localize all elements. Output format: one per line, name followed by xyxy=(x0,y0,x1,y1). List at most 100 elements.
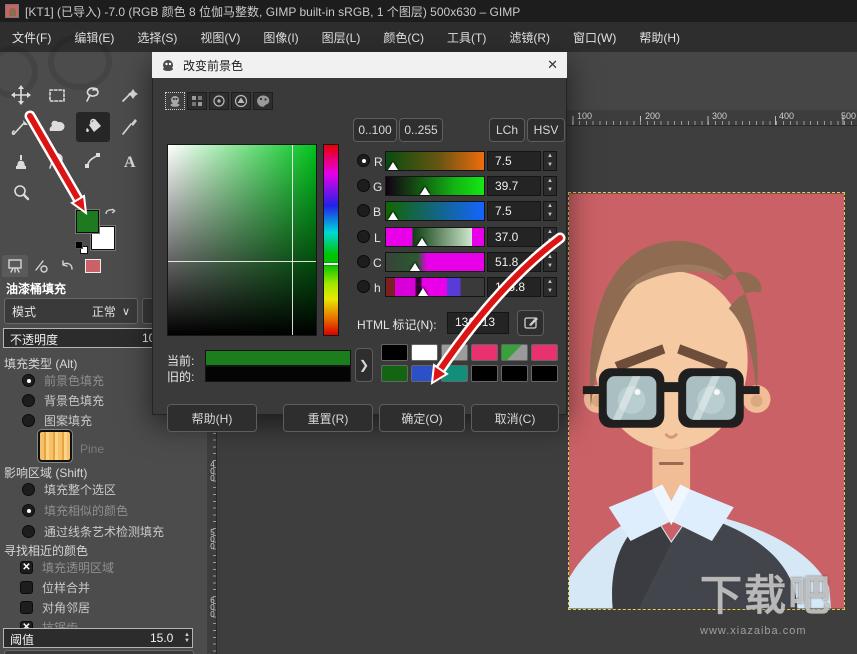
channel-r-radio[interactable] xyxy=(357,154,370,167)
fill-similar-colors-radio[interactable]: 填充相似的颜色 xyxy=(22,502,128,519)
color-picker-button[interactable] xyxy=(517,310,544,336)
slider-marker[interactable] xyxy=(417,238,427,246)
dialog-title-bar[interactable]: 改变前景色 ✕ xyxy=(152,52,567,78)
saturation-value-square[interactable] xyxy=(167,144,317,336)
zoom-tool[interactable] xyxy=(4,178,38,208)
foreground-color-swatch[interactable] xyxy=(76,210,99,233)
image-layer[interactable] xyxy=(568,192,845,610)
channel-l-slider[interactable] xyxy=(385,227,485,247)
menu-filters[interactable]: 滤镜(R) xyxy=(509,29,550,46)
menu-windows[interactable]: 窗口(W) xyxy=(573,29,616,46)
smudge-tool[interactable] xyxy=(40,146,74,176)
fill-type-foreground-radio[interactable]: 前景色填充 xyxy=(22,372,104,389)
html-notation-input[interactable]: 136513 xyxy=(447,312,509,334)
fill-using-dropdown[interactable]: 填充使用 合成 xyxy=(4,650,194,654)
diagonal-neighbors-checkbox[interactable]: 对角邻居 xyxy=(20,599,90,616)
watercolor-selector-tab[interactable] xyxy=(209,92,229,110)
channel-g-slider[interactable] xyxy=(385,176,485,196)
channel-b-value[interactable]: 7.5 xyxy=(487,201,541,221)
cancel-button[interactable]: 取消(C) xyxy=(471,404,559,432)
swap-colors-icon[interactable] xyxy=(103,205,119,219)
rectangle-select-tool[interactable] xyxy=(40,80,74,110)
channel-g-radio[interactable] xyxy=(357,179,370,192)
history-swatch[interactable] xyxy=(381,344,408,361)
fill-by-line-art-radio[interactable]: 通过线条艺术检测填充 xyxy=(22,523,164,540)
fuzzy-select-tool[interactable] xyxy=(112,80,146,110)
history-swatch[interactable] xyxy=(441,344,468,361)
add-to-history-button[interactable]: ❯ xyxy=(355,348,373,382)
channel-c-radio[interactable] xyxy=(357,255,370,268)
default-colors-icon[interactable] xyxy=(75,241,83,249)
history-swatch[interactable] xyxy=(471,365,498,382)
fill-transparent-checkbox[interactable]: ✕填充透明区域 xyxy=(20,559,114,576)
spinner-arrows-icon[interactable]: ▲▼ xyxy=(184,632,190,644)
history-swatch[interactable] xyxy=(411,344,438,361)
reset-button[interactable]: 重置(R) xyxy=(283,404,373,432)
channel-h-spinner[interactable]: ▲▼ xyxy=(543,277,557,297)
lch-button[interactable]: LCh xyxy=(489,118,525,142)
fill-type-background-radio[interactable]: 背景色填充 xyxy=(22,392,104,409)
undo-history-tab[interactable] xyxy=(54,255,80,277)
move-tool[interactable] xyxy=(4,80,38,110)
bucket-fill-tool[interactable] xyxy=(76,112,110,142)
history-swatch[interactable] xyxy=(531,365,558,382)
channel-c-value[interactable]: 51.8 xyxy=(487,252,541,272)
paths-tool[interactable] xyxy=(76,146,110,176)
ok-button[interactable]: 确定(O) xyxy=(379,404,465,432)
gimp-selector-tab[interactable] xyxy=(165,92,185,110)
threshold-slider[interactable]: 阈值 15.0 ▲▼ xyxy=(3,628,193,648)
hsv-button[interactable]: HSV xyxy=(527,118,565,142)
crop-tool[interactable] xyxy=(4,112,38,142)
menu-colors[interactable]: 颜色(C) xyxy=(383,29,424,46)
channel-l-radio[interactable] xyxy=(357,230,370,243)
warp-transform-tool[interactable] xyxy=(40,112,74,142)
slider-marker[interactable] xyxy=(388,212,398,220)
range-0-255-button[interactable]: 0..255 xyxy=(399,118,443,142)
menu-tools[interactable]: 工具(T) xyxy=(447,29,486,46)
history-swatch[interactable] xyxy=(471,344,498,361)
slider-marker[interactable] xyxy=(388,162,398,170)
pattern-preview[interactable] xyxy=(38,430,72,462)
image-thumbnail-tab[interactable] xyxy=(80,255,106,277)
slider-marker[interactable] xyxy=(420,187,430,195)
menu-view[interactable]: 视图(V) xyxy=(200,29,240,46)
menu-layer[interactable]: 图层(L) xyxy=(322,29,361,46)
mode-dropdown[interactable]: 模式 正常 ∨ xyxy=(4,298,138,324)
text-tool[interactable]: A xyxy=(112,146,146,176)
history-swatch[interactable] xyxy=(411,365,438,382)
channel-b-slider[interactable] xyxy=(385,201,485,221)
history-swatch[interactable] xyxy=(501,365,528,382)
menu-image[interactable]: 图像(I) xyxy=(263,29,298,46)
history-swatch[interactable] xyxy=(501,344,528,361)
channel-r-spinner[interactable]: ▲▼ xyxy=(543,151,557,171)
channel-l-value[interactable]: 37.0 xyxy=(487,227,541,247)
fill-whole-selection-radio[interactable]: 填充整个选区 xyxy=(22,481,116,498)
color-wheel-selector-tab[interactable] xyxy=(231,92,251,110)
hue-strip[interactable] xyxy=(323,144,339,336)
channel-h-slider[interactable] xyxy=(385,277,485,297)
channel-r-slider[interactable] xyxy=(385,151,485,171)
close-icon[interactable]: ✕ xyxy=(547,57,558,73)
channel-l-spinner[interactable]: ▲▼ xyxy=(543,227,557,247)
history-swatch[interactable] xyxy=(531,344,558,361)
free-select-tool[interactable] xyxy=(76,80,110,110)
channel-c-slider[interactable] xyxy=(385,252,485,272)
channel-h-value[interactable]: 135.8 xyxy=(487,277,541,297)
paintbrush-tool[interactable] xyxy=(112,112,146,142)
history-swatch[interactable] xyxy=(381,365,408,382)
range-0-100-button[interactable]: 0..100 xyxy=(353,118,397,142)
sample-merged-checkbox[interactable]: 位样合并 xyxy=(20,579,90,596)
palette-selector-tab[interactable] xyxy=(253,92,273,110)
menu-help[interactable]: 帮助(H) xyxy=(639,29,680,46)
menu-select[interactable]: 选择(S) xyxy=(137,29,177,46)
slider-marker[interactable] xyxy=(410,263,420,271)
channel-r-value[interactable]: 7.5 xyxy=(487,151,541,171)
help-button[interactable]: 帮助(H) xyxy=(167,404,257,432)
tool-options-tab[interactable] xyxy=(2,255,28,277)
fill-type-pattern-radio[interactable]: 图案填充 xyxy=(22,412,92,429)
device-status-tab[interactable] xyxy=(28,255,54,277)
menu-file[interactable]: 文件(F) xyxy=(12,29,51,46)
channel-b-spinner[interactable]: ▲▼ xyxy=(543,201,557,221)
channel-c-spinner[interactable]: ▲▼ xyxy=(543,252,557,272)
cmyk-selector-tab[interactable] xyxy=(187,92,207,110)
